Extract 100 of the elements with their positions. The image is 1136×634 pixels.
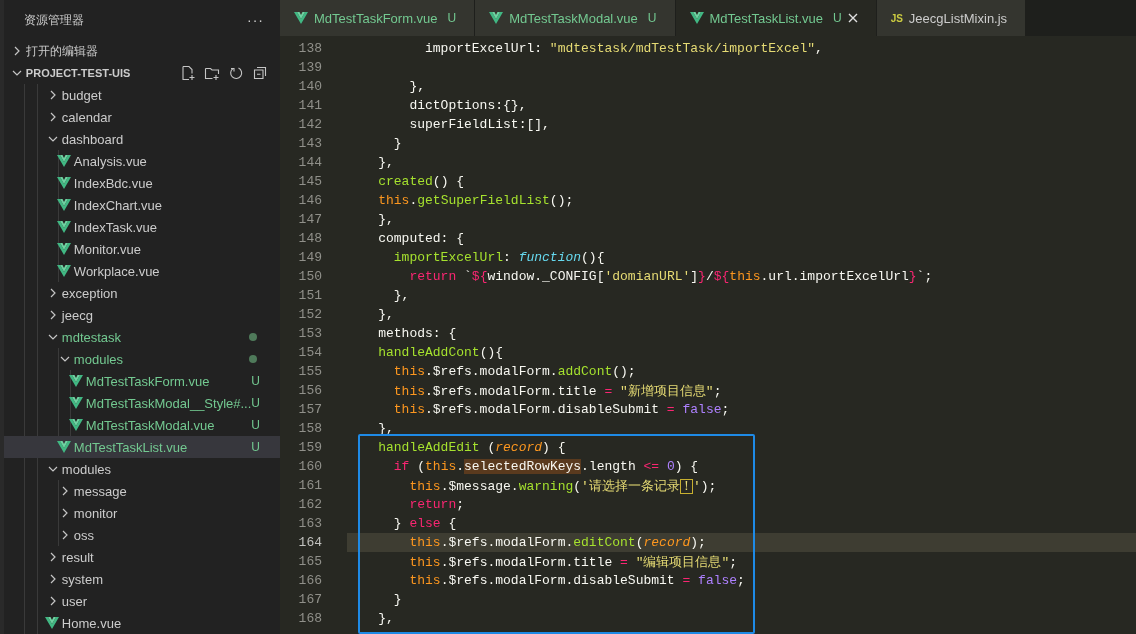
tree-item[interactable]: jeecg (3, 304, 280, 326)
close-icon[interactable] (847, 13, 858, 23)
tree-item[interactable]: oss (3, 524, 280, 546)
git-status: U (251, 374, 260, 388)
tree-item[interactable]: Home.vue (3, 612, 280, 634)
file-name: Monitor.vue (73, 241, 142, 257)
code-line: this.$message.warning('请选择一条记录！'); (408, 477, 717, 495)
tab-label: MdTestTaskModal.vue (509, 10, 638, 26)
collapse-all-icon[interactable] (252, 65, 268, 81)
new-folder-icon[interactable] (204, 65, 220, 81)
tree-item[interactable]: mdtestask (3, 326, 280, 348)
line-number: 142 (297, 117, 322, 132)
section-title: PROJECT-TEST-UIS (25, 67, 131, 79)
tree-item[interactable]: monitor (3, 502, 280, 524)
file-name: MdTestTaskForm.vue (85, 373, 210, 389)
tree-item[interactable]: MdTestTaskForm.vue U (3, 370, 280, 392)
tree-item[interactable]: Analysis.vue (3, 150, 280, 172)
line-number: 159 (297, 440, 322, 455)
line-number: 165 (297, 554, 322, 569)
tree-item[interactable]: MdTestTaskList.vue U (3, 436, 280, 458)
editor-tab[interactable]: MdTestTaskForm.vue U (280, 0, 476, 36)
git-status: U (251, 440, 260, 454)
editor-tab[interactable]: MdTestTaskList.vue U (675, 0, 877, 36)
code-line: dictOptions:{}, (408, 98, 527, 113)
file-name: Analysis.vue (73, 153, 147, 169)
tree-item[interactable]: Workplace.vue (3, 260, 280, 282)
tree-item[interactable]: IndexBdc.vue (3, 172, 280, 194)
code-line: this.$refs.modalForm.title = "新增项目信息"; (392, 382, 722, 400)
chevron-down-icon[interactable] (47, 464, 58, 474)
section-header[interactable]: 打开的编辑器 (3, 40, 280, 62)
js-file-icon: JS (890, 12, 903, 24)
tree-item[interactable]: budget (3, 84, 280, 106)
code-line: this.$refs.modalForm.addCont(); (392, 364, 636, 379)
chevron-down-icon[interactable] (59, 354, 70, 364)
git-status: U (251, 418, 260, 432)
new-file-icon[interactable] (180, 65, 196, 81)
code-line: return `${window._CONFIG['domianURL']}/${this.url.importExcelUrl}`; (408, 269, 933, 284)
tree-item[interactable]: MdTestTaskModal__Style#...U (3, 392, 280, 414)
line-number: 144 (297, 155, 322, 170)
tree-item[interactable]: system (3, 568, 280, 590)
chevron-down-icon[interactable] (11, 68, 22, 78)
tree-item[interactable]: MdTestTaskModal.vue U (3, 414, 280, 436)
code-line: } (392, 136, 402, 151)
line-number: 140 (297, 79, 322, 94)
more-button[interactable]: ··· (245, 12, 266, 28)
tree-item[interactable]: modules (3, 348, 280, 370)
file-name: Workplace.vue (73, 263, 160, 279)
code-line: this.getSuperFieldList(); (377, 193, 574, 208)
vue-icon (44, 617, 59, 629)
tree-item[interactable]: result (3, 546, 280, 568)
tree-item[interactable]: IndexTask.vue (3, 216, 280, 238)
vue-icon (68, 375, 83, 387)
code-line: created() { (377, 174, 465, 189)
code-line: this.$refs.modalForm.editCont(record); (408, 535, 706, 550)
tree-item[interactable]: message (3, 480, 280, 502)
folder-name: user (61, 593, 88, 609)
git-status: U (832, 11, 842, 25)
line-number: 151 (297, 288, 322, 303)
line-number: 150 (297, 269, 322, 284)
vue-icon (56, 265, 71, 277)
line-number: 155 (297, 364, 322, 379)
line-number: 148 (297, 231, 322, 246)
folder-name: modules (73, 351, 123, 367)
folder-name: dashboard (61, 131, 124, 147)
file-name: IndexBdc.vue (73, 175, 153, 191)
folder-name: calendar (61, 109, 112, 125)
vue-icon (294, 12, 308, 24)
chevron-down-icon[interactable] (47, 134, 58, 144)
section-header[interactable]: PROJECT-TEST-UIS (3, 62, 280, 84)
tree-item[interactable]: dashboard (3, 128, 280, 150)
editor-tab[interactable]: MdTestTaskModal.vue U (475, 0, 676, 36)
tree-item[interactable]: exception (3, 282, 280, 304)
line-number: 158 (297, 421, 322, 436)
code-line: } (392, 592, 402, 607)
code-line: importExcelUrl: function(){ (392, 250, 605, 265)
line-number: 161 (297, 478, 322, 493)
tree-item[interactable]: calendar (3, 106, 280, 128)
file-name: IndexTask.vue (73, 219, 157, 235)
line-number: 153 (297, 326, 322, 341)
tree-item[interactable]: IndexChart.vue (3, 194, 280, 216)
tree-item[interactable]: Monitor.vue (3, 238, 280, 260)
editor-tab[interactable]: JS JeecgListMixin.js (876, 0, 1027, 36)
refresh-icon[interactable] (228, 65, 244, 81)
line-number: 164 (297, 535, 322, 550)
code-line: return; (408, 497, 465, 512)
file-name: MdTestTaskModal__Style#... (85, 395, 252, 411)
line-number: 149 (297, 250, 322, 265)
code-line: }, (377, 307, 394, 322)
chevron-down-icon[interactable] (47, 332, 58, 342)
git-status: U (447, 11, 457, 25)
vue-icon (68, 397, 83, 409)
folder-name: exception (61, 285, 118, 301)
folder-name: mdtestask (61, 329, 122, 345)
code-line: superFieldList:[], (408, 117, 550, 132)
tree-item[interactable]: user (3, 590, 280, 612)
code-line: if (this.selectedRowKeys.length <= 0) { (392, 459, 699, 474)
line-number: 145 (297, 174, 322, 189)
line-number: 166 (297, 573, 322, 588)
vue-icon (689, 12, 704, 24)
tree-item[interactable]: modules (3, 458, 280, 480)
